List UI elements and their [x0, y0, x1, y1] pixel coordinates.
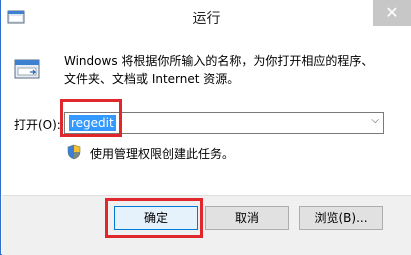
uac-shield-icon: [66, 144, 82, 160]
title-bar[interactable]: 运行 ✕: [1, 0, 411, 34]
cancel-button[interactable]: 取消: [205, 206, 289, 230]
ok-highlight-box: [105, 198, 203, 238]
browse-button[interactable]: 浏览(B)...: [299, 206, 383, 230]
chevron-down-icon[interactable]: ⌵: [371, 115, 379, 126]
dialog-description: Windows 将根据你所输入的名称，为你打开相应的程序、 文件夹、文档或 In…: [64, 52, 384, 88]
description-line-2: 文件夹、文档或 Internet 资源。: [64, 72, 240, 86]
description-line-1: Windows 将根据你所输入的名称，为你打开相应的程序、: [64, 54, 374, 68]
open-label: 打开(O):: [14, 118, 61, 132]
close-icon: ✕: [385, 3, 399, 22]
close-button[interactable]: ✕: [373, 0, 411, 26]
run-dialog-window: 运行 ✕ Windows 将根据你所输入的名称，为你打开相应的程序、 文件夹、文…: [0, 0, 411, 255]
run-dialog-icon: [14, 58, 40, 82]
window-title: 运行: [192, 11, 221, 27]
input-highlight-box: [60, 99, 122, 137]
admin-privilege-note: 使用管理权限创建此任务。: [90, 147, 235, 161]
